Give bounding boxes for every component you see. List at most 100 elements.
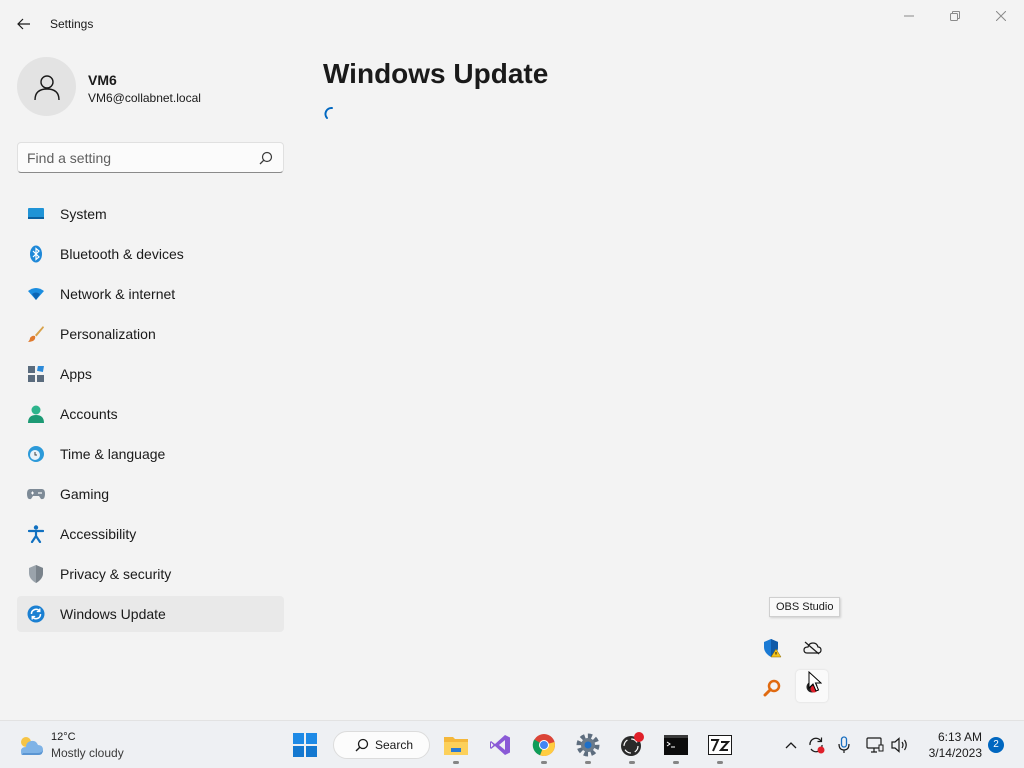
settings-search-box[interactable]: [17, 142, 284, 173]
settings-icon: [576, 733, 600, 757]
taskbar-file-explorer[interactable]: [436, 725, 476, 765]
close-button[interactable]: [978, 4, 1024, 28]
maximize-button[interactable]: [932, 4, 978, 28]
sidebar-item-time-language[interactable]: Time & language: [17, 436, 284, 472]
sync-alert-icon: [809, 737, 825, 754]
person-icon: [26, 404, 46, 424]
network-button[interactable]: [864, 733, 886, 757]
start-icon: [293, 733, 317, 757]
sidebar-item-network[interactable]: Network & internet: [17, 276, 284, 312]
tray-tooltip: OBS Studio: [769, 597, 841, 617]
network-ethernet-icon: [866, 737, 884, 753]
sidebar-item-system[interactable]: System: [17, 196, 284, 232]
sidebar-item-gaming[interactable]: Gaming: [17, 476, 284, 512]
gamepad-icon: [26, 484, 46, 504]
defender-warning-tray-button[interactable]: [756, 632, 788, 664]
microphone-icon: [838, 736, 850, 753]
taskbar-visual-studio[interactable]: [480, 725, 520, 765]
defender-warning-icon: [764, 639, 782, 658]
running-indicator: [585, 761, 591, 764]
user-name: VM6: [88, 72, 117, 88]
sidebar-item-accessibility[interactable]: Accessibility: [17, 516, 284, 552]
back-arrow-icon: [17, 18, 30, 30]
chevron-up-icon: [785, 742, 797, 749]
volume-button[interactable]: [889, 733, 911, 757]
search-key-icon: [763, 679, 781, 697]
search-input[interactable]: [27, 149, 247, 167]
microphone-button[interactable]: [833, 733, 855, 757]
sidebar-item-apps[interactable]: Apps: [17, 356, 284, 392]
clock-time: 6:13 AM: [937, 730, 982, 744]
page-title: Windows Update: [323, 58, 549, 89]
clock[interactable]: 6:13 AM 3/14/2023: [918, 729, 982, 761]
sidebar-item-privacy-security[interactable]: Privacy & security: [17, 556, 284, 592]
sidebar-item-label: Personalization: [60, 326, 156, 342]
back-button[interactable]: [12, 12, 36, 36]
onedrive-offline-tray-button[interactable]: [796, 632, 828, 664]
show-hidden-icons-button[interactable]: [780, 733, 802, 757]
obs-icon: [621, 732, 644, 756]
tray-sync-button[interactable]: [805, 733, 827, 757]
monitor-icon: [26, 204, 46, 224]
clock-date: 3/14/2023: [928, 746, 982, 760]
sidebar-item-label: Windows Update: [60, 606, 166, 622]
paintbrush-icon: [26, 324, 46, 344]
sidebar-item-label: Privacy & security: [60, 566, 172, 582]
bluetooth-icon: [26, 244, 46, 264]
minimize-icon: [904, 15, 914, 17]
sidebar-item-label: Apps: [60, 366, 92, 382]
taskbar-chrome[interactable]: [524, 725, 564, 765]
chrome-icon: [532, 734, 555, 757]
search-icon: [259, 151, 273, 165]
running-indicator: [629, 761, 635, 764]
running-indicator: [717, 761, 723, 764]
apps-icon: [26, 364, 46, 384]
onedrive-offline-icon: [803, 641, 822, 655]
user-email: VM6@collabnet.local: [88, 91, 201, 105]
taskbar-terminal[interactable]: [656, 725, 696, 765]
sidebar-item-label: Accessibility: [60, 526, 137, 542]
restore-icon: [950, 11, 960, 21]
sidebar-item-label: Bluetooth & devices: [60, 246, 184, 262]
sync-icon: [26, 604, 46, 624]
obs-icon: [806, 681, 818, 693]
minimize-button[interactable]: [886, 4, 932, 28]
clock-globe-icon: [26, 444, 46, 464]
running-indicator: [453, 761, 459, 764]
sidebar-item-label: Time & language: [60, 446, 166, 462]
taskbar: 12°C Mostly cloudy Search 6:13 AM 3/14/2…: [0, 720, 1024, 768]
sidebar-item-bluetooth[interactable]: Bluetooth & devices: [17, 236, 284, 272]
notification-badge[interactable]: 2: [988, 737, 1004, 753]
search-key-tray-button[interactable]: [756, 672, 788, 704]
sidebar-item-label: System: [60, 206, 107, 222]
taskbar-7zip[interactable]: [700, 725, 740, 765]
sidebar-item-label: Gaming: [60, 486, 110, 502]
visual-studio-icon: [490, 735, 510, 755]
sidebar-item-label: Accounts: [60, 406, 118, 422]
avatar[interactable]: [17, 57, 76, 116]
terminal-icon: [664, 735, 688, 755]
start-button[interactable]: [285, 725, 325, 765]
speaker-icon: [891, 737, 907, 753]
close-icon: [996, 11, 1006, 21]
sidebar-item-personalization[interactable]: Personalization: [17, 316, 284, 352]
user-icon: [33, 74, 60, 100]
running-indicator: [673, 761, 679, 764]
accessibility-icon: [26, 524, 46, 544]
wifi-icon: [26, 284, 46, 304]
running-indicator: [541, 761, 547, 764]
weather-widget[interactable]: 12°C Mostly cloudy: [12, 727, 152, 763]
shield-icon: [26, 564, 46, 584]
taskbar-search-button[interactable]: Search: [333, 731, 430, 759]
taskbar-settings[interactable]: [568, 725, 608, 765]
sidebar-item-windows-update[interactable]: Windows Update: [17, 596, 284, 632]
obs-tray-button[interactable]: [796, 670, 828, 702]
sidebar-item-accounts[interactable]: Accounts: [17, 396, 284, 432]
taskbar-obs[interactable]: [612, 725, 652, 765]
app-title: Settings: [50, 17, 94, 31]
title-bar: Settings: [0, 0, 1024, 48]
weather-temperature: 12°C: [51, 731, 76, 743]
taskbar-search-label: Search: [375, 738, 414, 752]
sidebar-item-label: Network & internet: [60, 286, 176, 302]
sidebar-nav: System Bluetooth & devices Network & int…: [17, 196, 284, 636]
